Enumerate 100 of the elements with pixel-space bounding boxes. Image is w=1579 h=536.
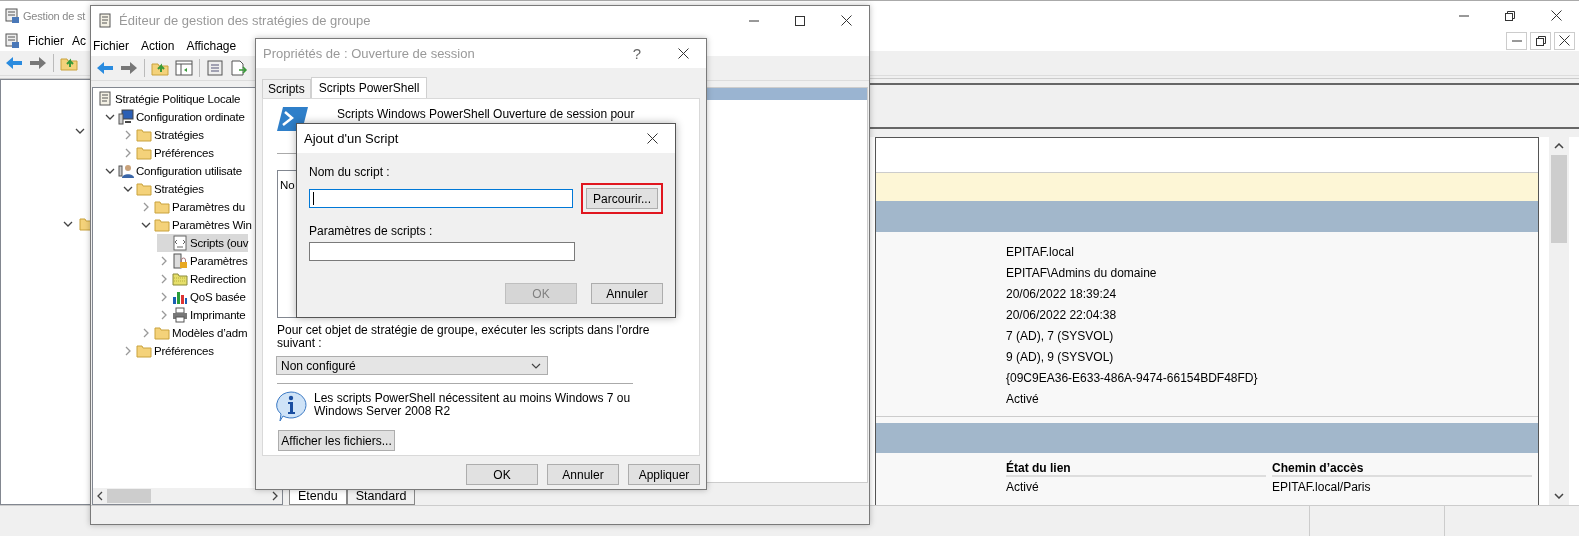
close-icon[interactable]: [646, 133, 658, 144]
scroll-right-icon[interactable]: [272, 491, 278, 501]
tree-item[interactable]: Préférences: [121, 144, 214, 162]
chevron-right-icon[interactable]: [160, 274, 167, 284]
dialog-button[interactable]: OK: [466, 464, 538, 485]
browse-button[interactable]: Parcourir...: [586, 188, 658, 209]
chevron-right-icon[interactable]: [124, 130, 131, 140]
menu-item[interactable]: Action: [141, 38, 175, 53]
tree-pane-icon[interactable]: [175, 60, 193, 76]
detail-value: Activé: [1006, 391, 1040, 408]
chevron-down-icon[interactable]: [75, 128, 85, 134]
chevron-down-icon[interactable]: [140, 222, 151, 228]
tree-item[interactable]: Imprimante: [157, 306, 246, 324]
console-icon: [4, 32, 20, 49]
tree-item[interactable]: Paramètres: [157, 252, 248, 270]
chevron-right-icon[interactable]: [160, 310, 167, 320]
column-header[interactable]: Chemin d’accès: [1272, 461, 1532, 477]
window-title: Gestion de st: [23, 9, 86, 22]
chevron-right-icon[interactable]: [124, 346, 131, 356]
detail-value: EPITAF\Admins du domaine: [1006, 265, 1158, 282]
tree-item[interactable]: Configuration utilisate: [103, 162, 242, 180]
console-icon: [4, 7, 20, 24]
tree-item[interactable]: Redirection: [157, 270, 246, 288]
column-header[interactable]: État du lien: [1006, 461, 1266, 477]
chevron-right-icon[interactable]: [160, 292, 167, 302]
scroll-thumb[interactable]: [1551, 155, 1567, 243]
back-arrow-icon[interactable]: [5, 55, 23, 71]
tree-item[interactable]: Stratégies: [121, 126, 204, 144]
restore-icon[interactable]: [1535, 35, 1546, 46]
export-icon[interactable]: [230, 60, 248, 76]
folder-up-icon[interactable]: [60, 55, 78, 71]
maximize-icon[interactable]: [795, 15, 805, 26]
tree-item[interactable]: Scripts (ouv: [157, 234, 249, 252]
chevron-right-icon[interactable]: [160, 256, 167, 266]
chevron-down-icon[interactable]: [104, 168, 115, 174]
field-label: Paramètres de scripts :: [309, 224, 434, 238]
tree-item[interactable]: Modèles d’adm: [139, 324, 248, 342]
tab[interactable]: Scripts: [262, 79, 311, 98]
detail-value: EPITAF.local: [1006, 244, 1075, 261]
chevron-right-icon[interactable]: [142, 202, 149, 212]
tree-item[interactable]: QoS basée: [157, 288, 246, 306]
scroll-down-icon[interactable]: [1554, 493, 1564, 499]
menu-item[interactable]: Fichier: [28, 33, 64, 48]
tree-item[interactable]: Paramètres du: [139, 198, 245, 216]
forward-arrow-icon[interactable]: [29, 55, 47, 71]
computer-icon: [118, 109, 134, 125]
close-icon[interactable]: [1559, 35, 1570, 46]
tree-item[interactable]: Configuration ordinate: [103, 108, 245, 126]
chevron-down-icon[interactable]: [122, 186, 133, 192]
close-icon[interactable]: [840, 15, 852, 26]
chevron-right-icon[interactable]: [142, 328, 149, 338]
scrollbar[interactable]: [1549, 137, 1569, 505]
script-icon: [172, 235, 188, 251]
menu-item[interactable]: Affichage: [186, 38, 237, 53]
column-header[interactable]: No: [280, 179, 295, 191]
folder-icon: [136, 145, 152, 161]
close-icon[interactable]: [677, 48, 689, 59]
dialog-button[interactable]: Annuler: [591, 283, 663, 304]
scroll-left-icon[interactable]: [97, 491, 103, 501]
scroll-up-icon[interactable]: [1554, 143, 1564, 149]
scroll-icon: [97, 12, 113, 29]
tab[interactable]: Scripts PowerShell: [310, 77, 428, 98]
bar-chart-icon: [172, 289, 188, 305]
close-icon[interactable]: [1550, 10, 1562, 21]
dialog-button[interactable]: Annuler: [547, 464, 619, 485]
folder-icon: [154, 325, 170, 341]
order-dropdown[interactable]: Non configuré: [276, 356, 548, 375]
chevron-down-icon[interactable]: [104, 114, 115, 120]
menu-item[interactable]: Ac: [72, 33, 87, 48]
window-title: Éditeur de gestion des stratégies de groupe: [119, 13, 371, 28]
back-arrow-icon[interactable]: [96, 60, 114, 76]
window-title: Ajout d'un Script: [304, 131, 399, 146]
input-field[interactable]: [309, 189, 573, 208]
restore-icon[interactable]: [1505, 10, 1515, 21]
detail-value: 9 (AD), 9 (SYSVOL): [1006, 349, 1115, 366]
tree-item[interactable]: Paramètres Win: [139, 216, 252, 234]
printer-icon: [172, 307, 188, 323]
field-label: Nom du script :: [309, 165, 391, 179]
folder-up-icon[interactable]: [151, 60, 169, 76]
server-lock-icon: [172, 253, 188, 269]
properties-icon[interactable]: [206, 60, 224, 76]
detail-value: 20/06/2022 18:39:24: [1006, 286, 1118, 303]
tree-item[interactable]: Stratégies: [121, 180, 204, 198]
forward-arrow-icon[interactable]: [120, 60, 138, 76]
show-files-button[interactable]: Afficher les fichiers...: [278, 430, 395, 451]
scrollbar[interactable]: [93, 488, 282, 504]
help-button[interactable]: ?: [614, 39, 660, 68]
dialog-button[interactable]: Appliquer: [628, 464, 700, 485]
order-label: Pour cet objet de stratégie de groupe, exécuter les scripts dans l'ordre suivant :: [277, 324, 651, 350]
tree-item[interactable]: Stratégie Politique Locale: [97, 90, 241, 108]
table-cell-text: EPITAF.local/Paris: [1272, 479, 1372, 495]
folder-icon: [172, 271, 188, 287]
chevron-right-icon[interactable]: [124, 148, 131, 158]
input-field[interactable]: [309, 242, 575, 261]
folder-icon: [136, 127, 152, 143]
folder-icon: [154, 199, 170, 215]
chevron-down-icon[interactable]: [63, 221, 73, 227]
tree-item[interactable]: Préférences: [121, 342, 214, 360]
table-cell-text: Activé: [1006, 479, 1040, 495]
menu-item[interactable]: Fichier: [93, 38, 129, 53]
